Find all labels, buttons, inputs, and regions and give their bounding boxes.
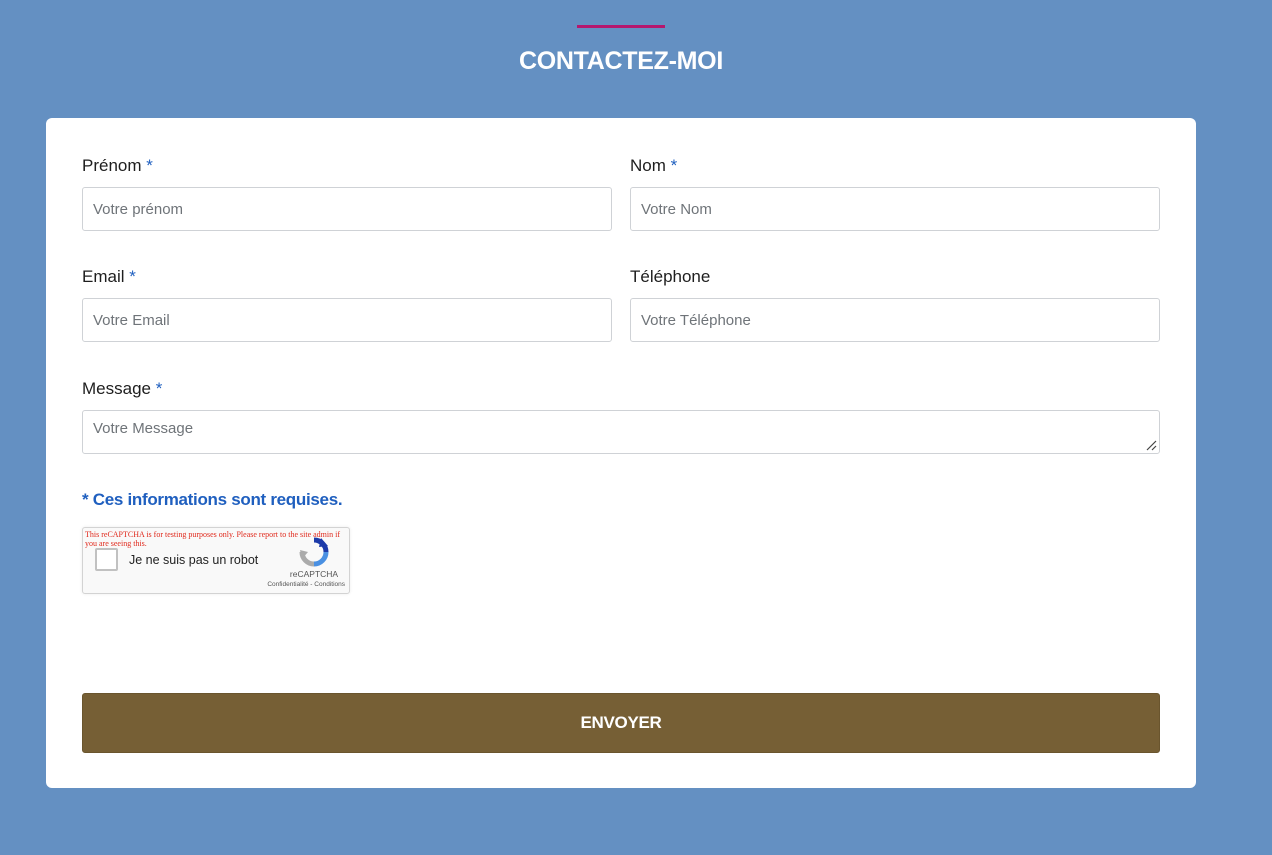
prenom-input[interactable]: [82, 187, 612, 231]
resize-grip-icon[interactable]: [1145, 439, 1157, 451]
nom-input[interactable]: [630, 187, 1160, 231]
required-asterisk: *: [146, 156, 153, 175]
required-note: * Ces informations sont requises.: [82, 490, 343, 509]
message-label-text: Message: [82, 379, 151, 398]
title-accent-bar: [577, 25, 665, 28]
recaptcha-widget: This reCAPTCHA is for testing purposes o…: [82, 527, 350, 594]
email-input[interactable]: [82, 298, 612, 342]
email-label-text: Email: [82, 267, 125, 286]
recaptcha-logo-icon: [299, 537, 329, 567]
required-asterisk: *: [670, 156, 678, 175]
required-asterisk: *: [155, 379, 163, 398]
recaptcha-links[interactable]: Confidentialité - Conditions: [251, 581, 345, 588]
telephone-input[interactable]: [630, 298, 1160, 342]
page-title: CONTACTEZ-MOI: [519, 47, 723, 75]
prenom-label-text: Prénom: [82, 156, 142, 175]
message-textarea[interactable]: [82, 410, 1160, 454]
prenom-label: Prénom *: [82, 156, 153, 176]
page: CONTACTEZ-MOI Prénom * Nom * Email * Tél…: [0, 0, 1272, 855]
nom-label: Nom *: [630, 156, 677, 176]
email-label: Email *: [82, 267, 136, 287]
message-wrapper: [82, 410, 1160, 454]
required-asterisk: *: [129, 267, 136, 286]
message-label: Message *: [82, 379, 162, 399]
nom-label-text: Nom: [630, 156, 666, 175]
telephone-label: Téléphone: [630, 267, 710, 287]
recaptcha-brand: reCAPTCHA: [289, 569, 339, 579]
telephone-label-text: Téléphone: [630, 267, 711, 286]
recaptcha-label: Je ne suis pas un robot: [129, 553, 259, 567]
recaptcha-checkbox[interactable]: [95, 548, 118, 571]
contact-form-card: Prénom * Nom * Email * Téléphone Message…: [46, 118, 1196, 788]
submit-button[interactable]: ENVOYER: [82, 693, 1160, 753]
